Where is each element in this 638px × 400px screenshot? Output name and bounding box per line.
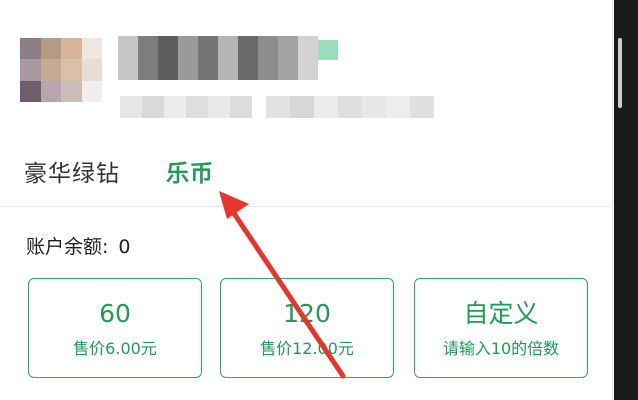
user-subinfo-blurred <box>120 96 434 118</box>
tab-premium-green-diamond[interactable]: 豪华绿钻 <box>24 154 120 188</box>
option-amount: 60 <box>99 299 131 328</box>
account-balance: 账户余额: 0 <box>26 232 131 259</box>
option-price: 售价12.00元 <box>260 339 354 358</box>
option-amount: 120 <box>283 299 331 328</box>
divider <box>0 206 612 207</box>
recharge-card: 豪华绿钻 乐币 账户余额: 0 60 售价6.00元 120 售价12.00元 自… <box>0 0 613 400</box>
option-60-coins[interactable]: 60 售价6.00元 <box>28 278 202 378</box>
avatar <box>20 38 102 102</box>
username-blurred <box>118 36 338 80</box>
tab-bar: 豪华绿钻 乐币 <box>24 154 214 188</box>
option-120-coins[interactable]: 120 售价12.00元 <box>220 278 394 378</box>
balance-label: 账户余额: <box>26 236 109 258</box>
tab-le-coin[interactable]: 乐币 <box>166 154 214 188</box>
option-amount: 自定义 <box>463 299 539 328</box>
option-hint: 请输入10的倍数 <box>442 339 560 358</box>
option-price: 售价6.00元 <box>73 339 157 358</box>
option-custom-amount[interactable]: 自定义 请输入10的倍数 <box>414 278 588 378</box>
screen-edge <box>614 0 638 400</box>
balance-value: 0 <box>118 236 131 258</box>
scrollbar[interactable] <box>618 38 622 108</box>
